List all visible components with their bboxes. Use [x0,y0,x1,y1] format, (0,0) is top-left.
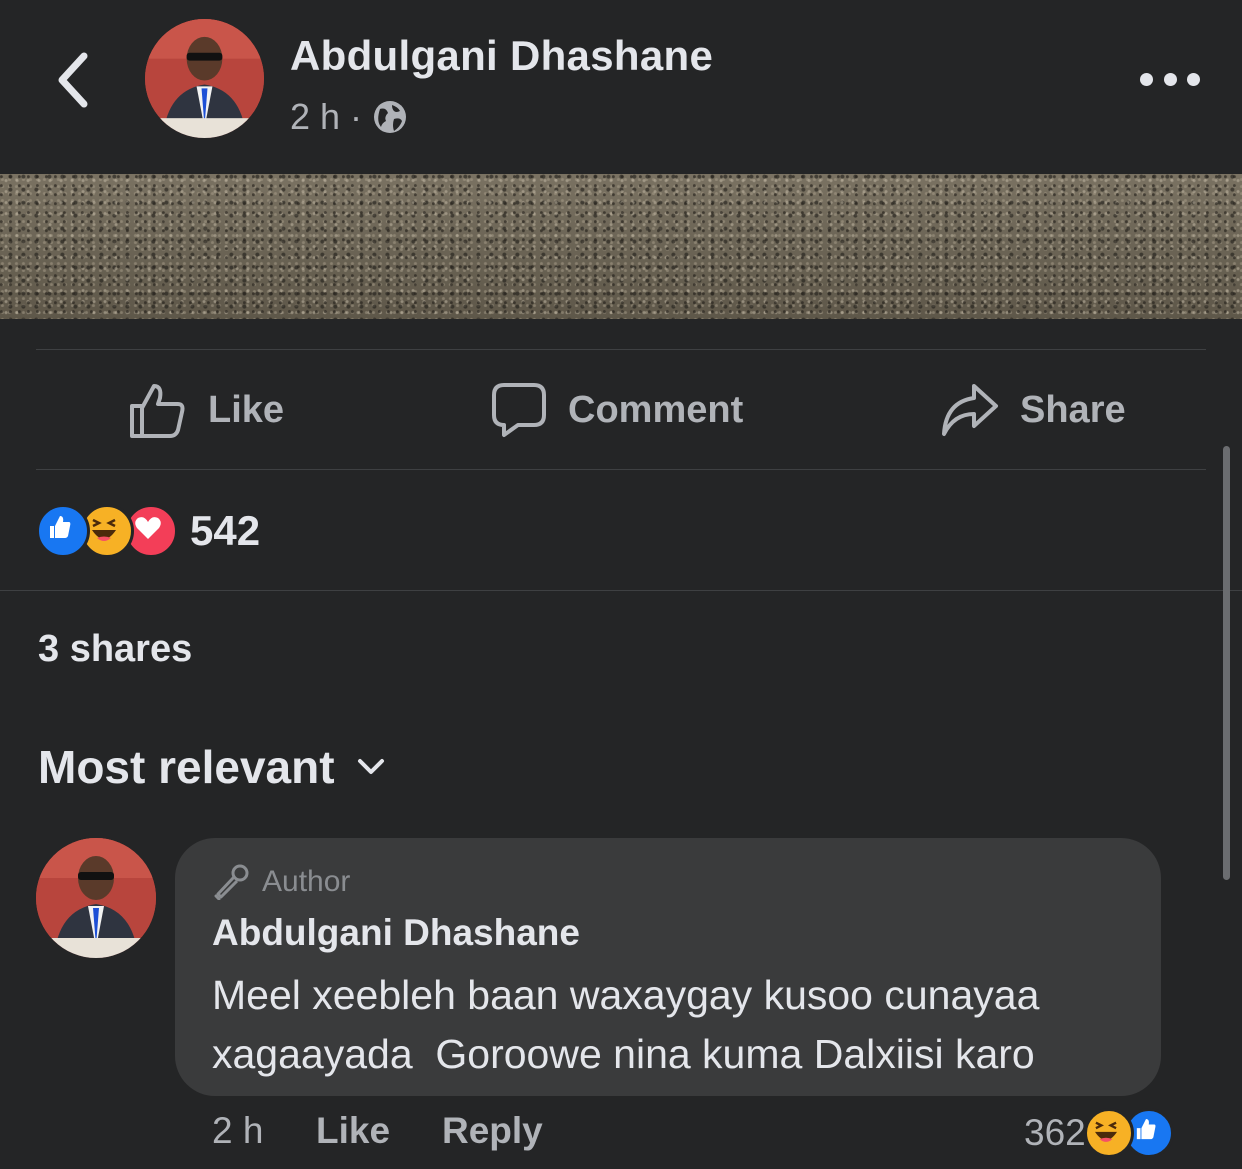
chevron-down-icon [357,759,384,774]
like-reaction-icon [36,504,90,558]
post-photo[interactable] [0,174,1242,319]
reactions-summary[interactable]: 542 [36,504,260,558]
post-header: Abdulgani Dhashane 2 h · [0,0,1242,174]
chevron-left-icon [58,52,88,108]
comment-reaction-count: 362 [1024,1112,1086,1153]
haha-reaction-icon [1083,1108,1134,1158]
reactions-count[interactable]: 542 [190,507,260,555]
globe-icon [374,101,407,133]
divider-top [36,349,1206,350]
comment-author-name[interactable]: Abdulgani Dhashane [212,912,580,954]
comment-sort-dropdown[interactable]: Most relevant [38,740,385,794]
comment-reply-button[interactable]: Reply [442,1110,543,1152]
comment-time[interactable]: 2 h [212,1110,263,1152]
scrollbar[interactable] [1223,446,1230,880]
share-icon [942,384,998,436]
like-label: Like [208,388,285,431]
comment-label: Comment [568,388,744,431]
divider-actions [36,469,1206,470]
post-detail-page: Abdulgani Dhashane 2 h · Like Comment Sh… [0,0,1242,1169]
back-button[interactable] [40,44,104,116]
thumbs-up-icon [130,384,185,438]
author-avatar[interactable] [145,19,264,138]
comment-icon [492,383,546,437]
author-name[interactable]: Abdulgani Dhashane [290,32,713,80]
comment-button[interactable]: Comment [490,372,743,448]
post-meta: 2 h · [290,96,408,138]
commenter-photo [36,838,156,958]
meta-separator: · [350,96,363,137]
comment-reactions[interactable]: 362 [1024,1108,1174,1158]
more-horizontal-icon [1140,72,1153,86]
author-badge-label: Author [262,865,351,898]
author-badge: Author [212,864,350,900]
comment-like-button[interactable]: Like [316,1110,390,1152]
more-dot [1187,72,1200,86]
more-dot [1163,72,1177,86]
post-time[interactable]: 2 h [290,96,340,138]
share-label: Share [1020,388,1126,431]
commenter-avatar[interactable] [36,838,156,958]
divider-reactions [0,590,1242,591]
sort-label: Most relevant [38,741,335,793]
microphone-icon [214,864,249,900]
share-button[interactable]: Share [940,372,1126,448]
more-options-button[interactable] [1140,62,1200,96]
like-button[interactable]: Like [128,372,284,448]
comment-text: Meel xeebleh baan waxaygay kusoo cunayaa… [212,972,1040,1077]
shares-count[interactable]: 3 shares [38,628,192,671]
author-photo [145,19,264,138]
